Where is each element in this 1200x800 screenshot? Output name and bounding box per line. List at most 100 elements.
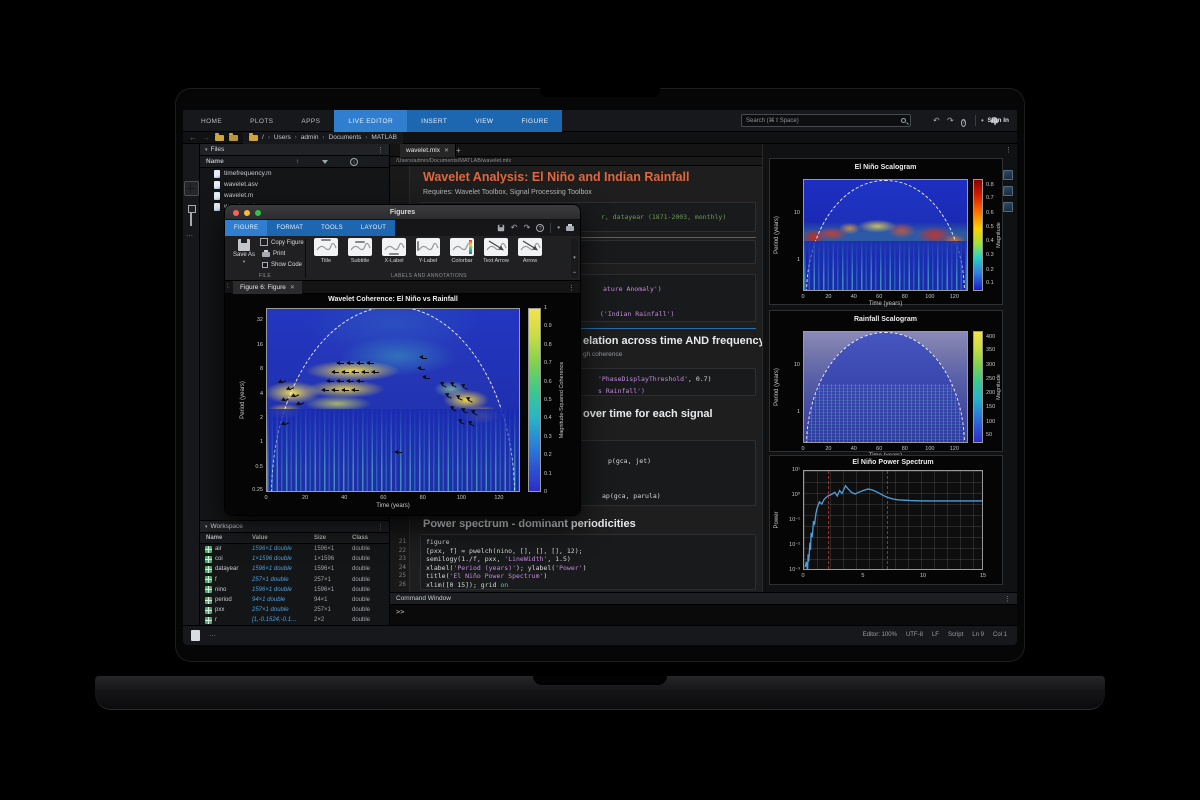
rail-more-icon[interactable]: ⋯: [186, 232, 197, 243]
collapse-caret-icon[interactable]: ▾: [205, 147, 208, 153]
panel-menu-icon[interactable]: ⋮: [1005, 146, 1012, 154]
files-panel-header[interactable]: ▾ Files ⋮: [200, 144, 389, 156]
gallery-item-arrow[interactable]: Arrow: [513, 238, 547, 264]
command-prompt[interactable]: >>: [390, 605, 1017, 626]
gallery-item-label: X-Label: [385, 258, 404, 264]
ws-col-name[interactable]: Name: [200, 535, 252, 541]
redo-icon[interactable]: ↷: [523, 223, 530, 233]
sort-arrow-icon[interactable]: ↑: [296, 158, 299, 165]
file-row[interactable]: wavelet.asv: [200, 179, 389, 190]
breadcrumb-item[interactable]: Users: [274, 134, 291, 141]
code-line[interactable]: [pxx, f] = pwelch(nino, [], [], [], 12);: [426, 547, 583, 555]
status-more-icon[interactable]: ⋯: [209, 632, 217, 640]
breadcrumb-item[interactable]: admin: [301, 134, 319, 141]
figure-thumbnail-icon[interactable]: [1003, 186, 1013, 196]
help-icon[interactable]: ?: [536, 224, 544, 232]
undo-icon[interactable]: ↶: [511, 223, 518, 233]
forward-icon[interactable]: →: [202, 134, 210, 142]
file-row[interactable]: timefrequency.m: [200, 168, 389, 179]
workspace-row[interactable]: air1596×1 double1596×1double: [200, 544, 389, 554]
plot-axes[interactable]: [266, 308, 520, 492]
workspace-row[interactable]: f257×1 double257×1double: [200, 575, 389, 585]
group-divider: [305, 239, 306, 278]
wavelet-coherence-plot[interactable]: Wavelet Coherence: El Niño vs Rainfall02…: [225, 294, 580, 515]
save-as-button[interactable]: Save As ▼: [229, 239, 259, 277]
ws-col-class[interactable]: Class: [352, 535, 386, 541]
info-icon[interactable]: i: [350, 158, 358, 166]
figure-el-nino-scalogram[interactable]: El Niño Scalogram020406080100120101Perio…: [769, 158, 1003, 305]
filter-icon[interactable]: [322, 160, 328, 164]
workspace-row[interactable]: nino1596×1 double1596×1double: [200, 585, 389, 595]
variable-value: 1×1596 double: [252, 556, 314, 562]
rail-copy-icon[interactable]: [186, 208, 197, 219]
figures-tab-format[interactable]: FORMAT: [267, 220, 312, 236]
command-menu-icon[interactable]: ⋮: [1004, 595, 1011, 603]
gallery-item-subtitle[interactable]: Subtitle: [343, 238, 377, 264]
code-line[interactable]: xlabel('Period (years)'); ylabel('Power'…: [426, 564, 587, 572]
files-menu-icon[interactable]: ⋮: [377, 146, 384, 154]
code-line[interactable]: title('El Niño Power Spectrum'): [426, 572, 547, 580]
variable-size: 94×1: [314, 597, 352, 603]
figures-window[interactable]: Figures FIGUREFORMATTOOLSLAYOUT ↶ ↷ ? •: [225, 205, 580, 515]
show-code-checkbox[interactable]: Show Code: [262, 262, 302, 268]
workspace-row[interactable]: period94×1 double94×1double: [200, 595, 389, 605]
figures-titlebar[interactable]: Figures: [225, 205, 580, 220]
code-line[interactable]: figure: [426, 538, 449, 546]
workspace-menu-icon[interactable]: ⋮: [377, 523, 384, 531]
gallery-item-x-label[interactable]: X-Label: [377, 238, 411, 264]
plot-axes[interactable]: [803, 470, 983, 570]
figure-thumbnail-icon[interactable]: [1003, 170, 1013, 180]
workspace-row[interactable]: pxx257×1 double257×1double: [200, 605, 389, 615]
file-row[interactable]: wavelet.m: [200, 190, 389, 201]
drag-handle-icon[interactable]: ⁞: [227, 284, 229, 290]
editor-tab-wavelet[interactable]: wavelet.mlx ✕: [400, 144, 456, 157]
collapse-caret-icon[interactable]: ▾: [205, 524, 208, 530]
figure-rainfall-scalogram[interactable]: Rainfall Scalogram020406080100120101Peri…: [769, 310, 1003, 452]
breadcrumb-item[interactable]: /: [262, 134, 264, 141]
command-window-header[interactable]: Command Window ⋮: [390, 593, 1017, 605]
rail-grid-icon[interactable]: [186, 184, 197, 195]
figure-tab-menu-icon[interactable]: ⋮: [568, 284, 575, 292]
breadcrumb-item[interactable]: Documents: [329, 134, 362, 141]
save-icon[interactable]: [498, 225, 504, 231]
gallery-item-text-arrow[interactable]: Text Arrow: [479, 238, 513, 264]
close-tab-icon[interactable]: ✕: [444, 147, 449, 154]
code-line[interactable]: xlim([0 15]); grid on: [426, 581, 508, 589]
plot-axes[interactable]: [803, 179, 968, 291]
options-icon[interactable]: •: [557, 223, 560, 233]
figures-tab-tools[interactable]: TOOLS: [312, 220, 352, 236]
new-folder-icon[interactable]: [215, 135, 224, 141]
breadcrumb-item[interactable]: MATLAB: [371, 134, 397, 141]
code-line[interactable]: semilogy(1./f, pxx, 'LineWidth', 1.5): [426, 555, 571, 563]
close-tab-icon[interactable]: ✕: [290, 284, 295, 291]
gallery-item-y-label[interactable]: Y-Label: [411, 238, 445, 264]
figures-tab-layout[interactable]: LAYOUT: [352, 220, 395, 236]
workspace-row[interactable]: r[1,-0.1524;-0.1…2×2double: [200, 615, 389, 625]
workspace-row[interactable]: coi1×1596 double1×1596double: [200, 554, 389, 564]
figure-power-spectrum[interactable]: El Niño Power Spectrum05101510¹10⁰10⁻¹10…: [769, 455, 1003, 585]
gallery-item-title[interactable]: Title: [309, 238, 343, 264]
workspace-row[interactable]: datayear1596×1 double1596×1double: [200, 564, 389, 574]
command-window[interactable]: Command Window ⋮ >>: [390, 592, 1017, 625]
rail-file-icon[interactable]: [186, 152, 197, 163]
back-icon[interactable]: ←: [189, 134, 197, 142]
sign-in-button[interactable]: Sign In: [183, 117, 1009, 124]
gallery-item-colorbar[interactable]: Colorbar: [445, 238, 479, 264]
copy-figure-button[interactable]: Copy Figure: [262, 240, 304, 246]
new-tab-icon[interactable]: +: [456, 146, 461, 155]
ws-col-size[interactable]: Size: [314, 535, 352, 541]
figures-tab-figure[interactable]: FIGURE: [225, 220, 267, 236]
ws-col-value[interactable]: Value: [252, 535, 314, 541]
y-tick-label: 32: [237, 317, 263, 323]
files-column-header[interactable]: Name ↑ i: [200, 156, 389, 168]
figure-thumbnail-icon[interactable]: [1003, 202, 1013, 212]
open-folder-icon[interactable]: [229, 135, 238, 141]
workspace-column-header[interactable]: Name Value Size Class: [200, 533, 389, 544]
workspace-header[interactable]: ▾ Workspace ⋮: [200, 521, 389, 533]
figure-6-tab[interactable]: Figure 6: Figure ✕: [233, 281, 302, 294]
plot-axes[interactable]: [803, 331, 968, 443]
print-button[interactable]: Print: [262, 251, 285, 257]
print-icon[interactable]: [566, 226, 574, 231]
files-col-name[interactable]: Name: [206, 158, 224, 165]
collapse-ribbon-icon[interactable]: ⌃: [572, 271, 577, 278]
